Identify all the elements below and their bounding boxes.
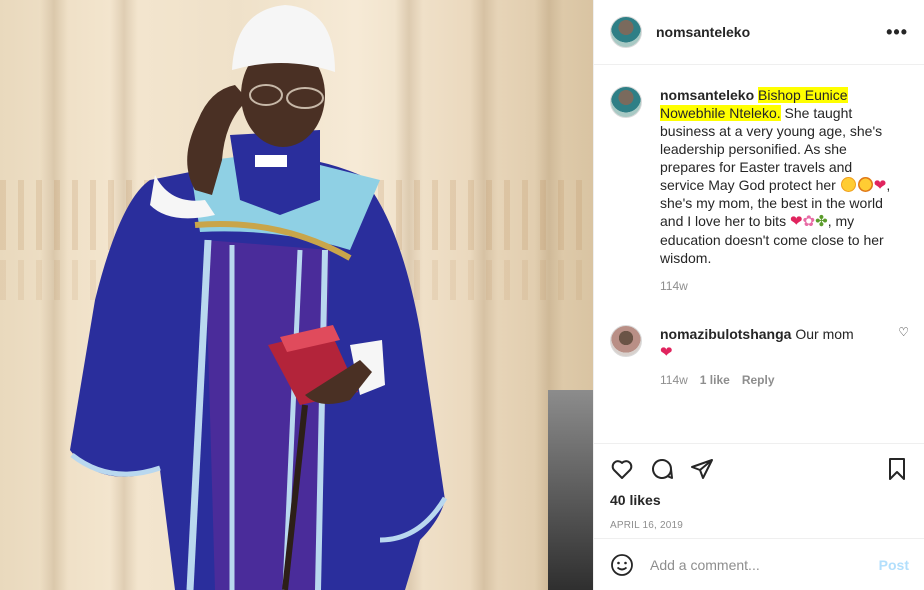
caption-meta: 114w	[660, 277, 900, 295]
flower-emoji-icon: ✿	[802, 213, 816, 230]
heart-emoji-icon: ❤	[660, 344, 673, 361]
post-button[interactable]: Post	[879, 557, 909, 573]
reply-button[interactable]: Reply	[742, 371, 775, 389]
save-bookmark-icon[interactable]	[885, 457, 909, 481]
comments-section: nomsanteleko Bishop Eunice Nowebhile Nte…	[594, 66, 924, 442]
action-icons	[610, 454, 909, 484]
post-actions: 40 likes April 16, 2019	[594, 443, 924, 537]
kissing-face-emoji-icon	[857, 177, 873, 192]
comment-like-heart-icon[interactable]: ♡	[898, 325, 909, 389]
like-heart-icon[interactable]	[610, 457, 634, 481]
comment-item: nomazibulotshanga Our mom ❤ 114w 1 like …	[610, 325, 909, 389]
add-comment-bar: Post	[594, 538, 924, 590]
emoji-smiley-icon[interactable]	[610, 553, 634, 577]
post-header: nomsanteleko •••	[594, 0, 924, 65]
author-avatar[interactable]	[610, 16, 642, 48]
add-comment-input[interactable]	[650, 556, 879, 573]
clover-emoji-icon: ✤	[815, 213, 828, 230]
more-options-icon[interactable]: •••	[886, 22, 908, 43]
comment-text: nomazibulotshanga Our mom ❤	[660, 325, 898, 361]
comment-content: Our mom	[795, 326, 854, 342]
caption-body: nomsanteleko Bishop Eunice Nowebhile Nte…	[660, 86, 900, 295]
caption-username[interactable]: nomsanteleko	[660, 87, 754, 103]
heart-emoji-icon: ❤	[873, 177, 887, 194]
comment-bubble-icon[interactable]	[650, 457, 674, 481]
post-photo[interactable]	[0, 0, 593, 590]
share-paper-plane-icon[interactable]	[690, 457, 714, 481]
caption-time[interactable]: 114w	[660, 277, 688, 295]
comment-time[interactable]: 114w	[660, 371, 688, 389]
commenter-username[interactable]: nomazibulotshanga	[660, 326, 791, 342]
comment-body: nomazibulotshanga Our mom ❤ 114w 1 like …	[660, 325, 898, 389]
commenter-avatar[interactable]	[610, 325, 642, 357]
comment-likes[interactable]: 1 like	[700, 371, 730, 389]
comment-meta: 114w 1 like Reply	[660, 371, 898, 389]
caption: nomsanteleko Bishop Eunice Nowebhile Nte…	[610, 86, 909, 295]
likes-count[interactable]: 40 likes	[610, 492, 909, 508]
caption-text: nomsanteleko Bishop Eunice Nowebhile Nte…	[660, 86, 900, 267]
woman-in-blue-robe-figure	[70, 5, 448, 590]
caption-avatar[interactable]	[610, 86, 642, 118]
star-struck-emoji-icon	[840, 177, 856, 192]
author-username[interactable]: nomsanteleko	[656, 24, 886, 40]
heart-emoji-icon: ❤	[789, 213, 803, 230]
post-sidebar: nomsanteleko ••• nomsanteleko Bishop Eun…	[593, 0, 924, 590]
post-date[interactable]: April 16, 2019	[610, 520, 909, 531]
